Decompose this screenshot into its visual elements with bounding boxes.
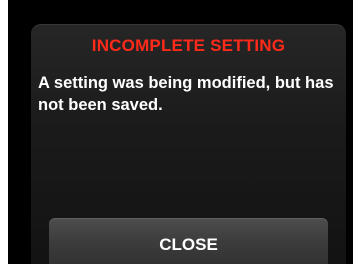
close-button-label: CLOSE <box>159 235 218 254</box>
device-display: INCOMPLETE SETTING A setting was being m… <box>8 0 353 264</box>
dialog-message: A setting was being modified, but has no… <box>38 74 334 114</box>
close-button[interactable]: CLOSE <box>49 218 328 264</box>
incomplete-setting-dialog: INCOMPLETE SETTING A setting was being m… <box>31 24 346 264</box>
dialog-title: INCOMPLETE SETTING <box>91 36 286 55</box>
screen: INCOMPLETE SETTING A setting was being m… <box>0 0 359 264</box>
